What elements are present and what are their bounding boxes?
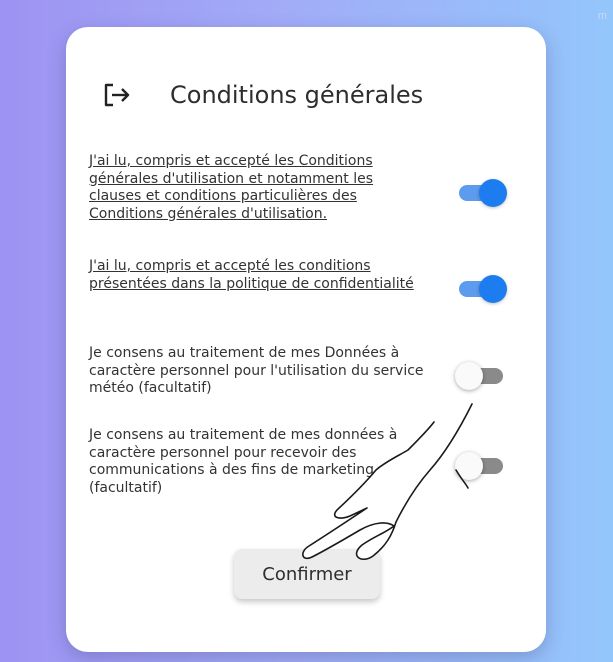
page-title: Conditions générales [170, 81, 424, 109]
privacy-link[interactable]: J'ai lu, compris et accepté les conditio… [89, 258, 424, 293]
weather-toggle[interactable] [455, 362, 505, 390]
terms-link[interactable]: J'ai lu, compris et accepté les Conditio… [89, 153, 424, 223]
toggle-knob [479, 275, 507, 303]
terms-card: Conditions générales J'ai lu, compris et… [66, 27, 546, 652]
terms-toggle[interactable] [457, 179, 507, 207]
toggle-knob [455, 452, 483, 480]
consent-row-marketing: Je consens au traitement de mes données … [89, 427, 529, 497]
consent-row-weather: Je consens au traitement de mes Données … [89, 345, 529, 398]
consent-row-terms: J'ai lu, compris et accepté les Conditio… [89, 153, 529, 223]
confirm-button[interactable]: Confirmer [234, 549, 380, 599]
corner-mark: m [597, 10, 607, 22]
marketing-toggle[interactable] [455, 452, 505, 480]
weather-consent-label: Je consens au traitement de mes Données … [89, 345, 424, 396]
card-header: Conditions générales [102, 75, 423, 115]
marketing-consent-label: Je consens au traitement de mes données … [89, 427, 398, 496]
logout-icon[interactable] [102, 80, 132, 110]
toggle-knob [455, 362, 483, 390]
privacy-toggle[interactable] [457, 275, 507, 303]
consent-row-privacy: J'ai lu, compris et accepté les conditio… [89, 258, 529, 303]
toggle-knob [479, 179, 507, 207]
